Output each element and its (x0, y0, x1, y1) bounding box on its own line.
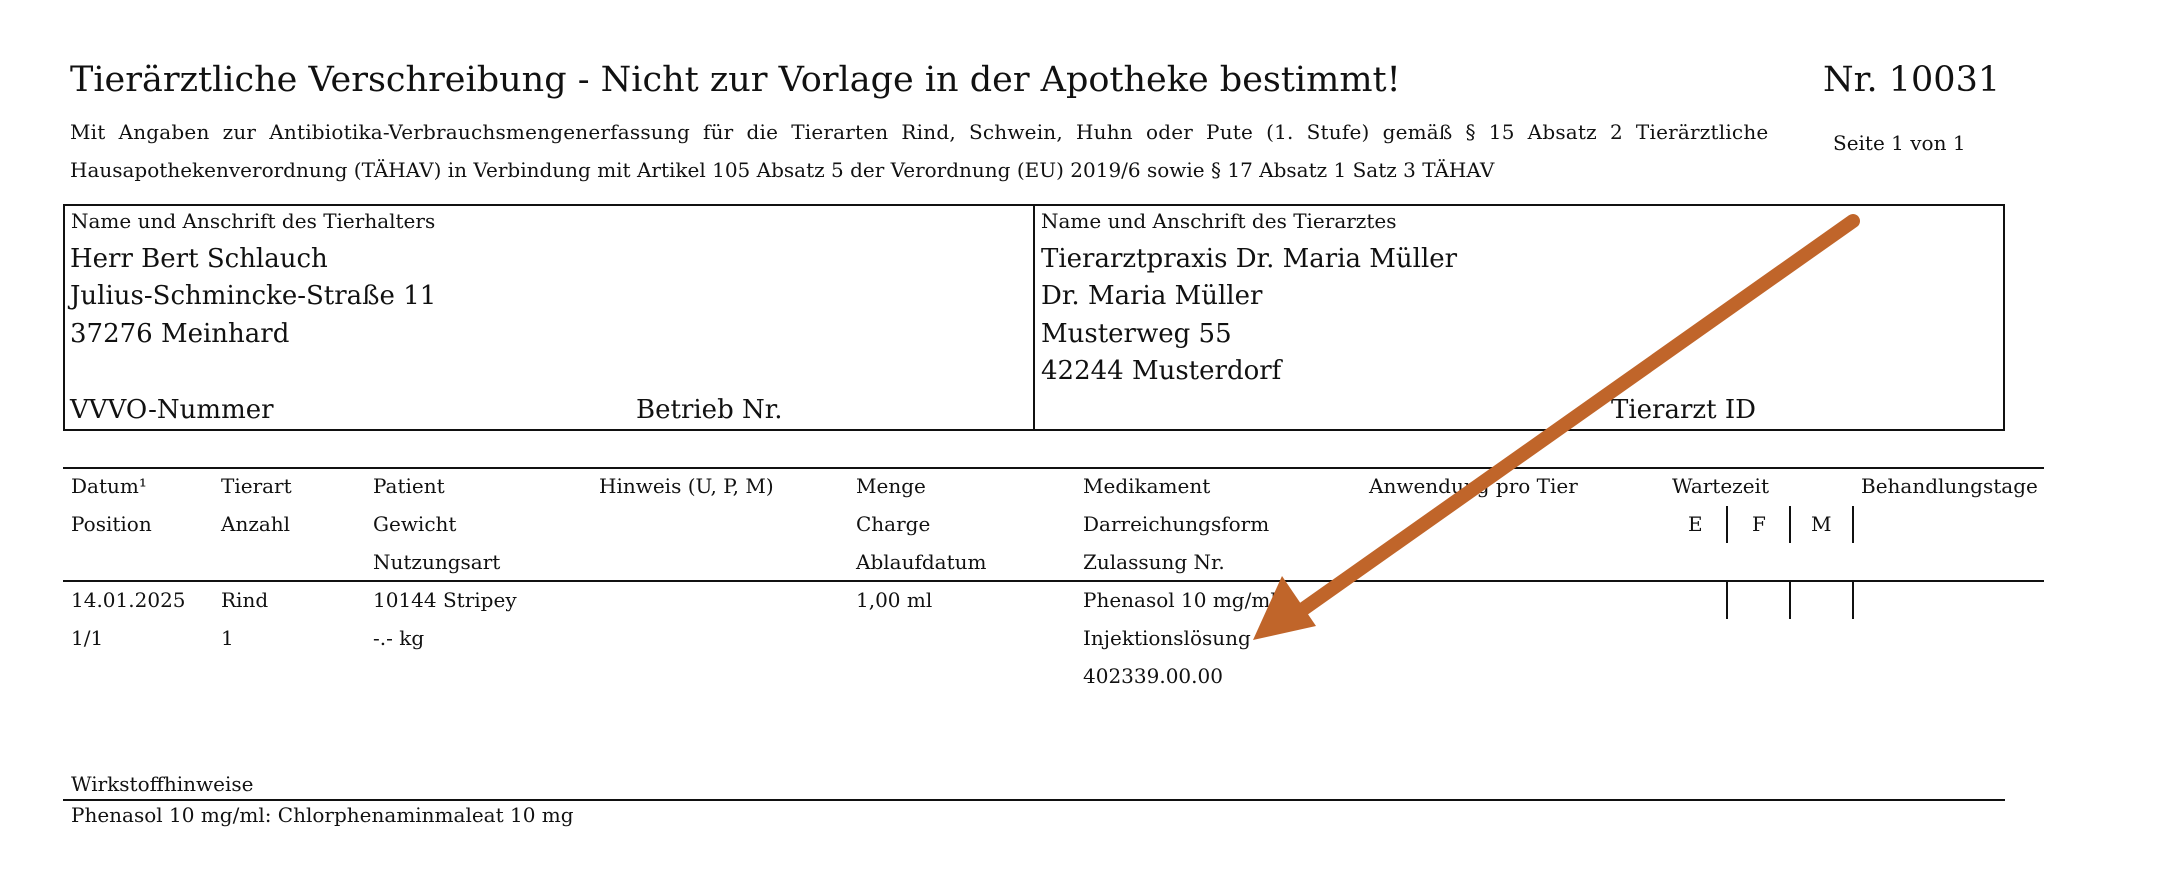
address-divider (1033, 204, 1035, 431)
col-patient-header: Patient (373, 474, 445, 498)
col-anwendung-header: Anwendung pro Tier (1369, 474, 1578, 498)
col-position-header: Position (71, 512, 152, 536)
cell-position: 1/1 (71, 626, 104, 650)
cell-menge: 1,00 ml (856, 588, 933, 612)
col-datum-header: Datum¹ (71, 474, 147, 498)
betrieb-label: Betrieb Nr. (636, 395, 783, 425)
wartezeit-divider-f-m (1789, 506, 1791, 543)
wartezeit-divider-m-end (1852, 506, 1854, 543)
cell-tierart: Rind (221, 588, 269, 612)
cell-patient: 10144 Stripey (373, 588, 517, 612)
prescription-page: Tierärztliche Verschreibung - Nicht zur … (0, 0, 2168, 884)
row-divider-f-m (1789, 582, 1791, 619)
vet-city: 42244 Musterdorf (1041, 356, 1282, 386)
row-divider-m-end (1852, 582, 1854, 619)
col-f-header: F (1752, 512, 1766, 536)
page-info: Seite 1 von 1 (1833, 131, 1966, 155)
col-gewicht-header: Gewicht (373, 512, 457, 536)
cell-datum: 14.01.2025 (71, 588, 186, 612)
col-charge-header: Charge (856, 512, 931, 536)
table-top-rule (63, 467, 2044, 469)
col-behandlungstage-header: Behandlungstage (1861, 474, 2038, 498)
owner-street: Julius-Schmincke-Straße 11 (70, 281, 437, 311)
col-darreichungsform-header: Darreichungsform (1083, 512, 1270, 536)
cell-zulassung: 402339.00.00 (1083, 664, 1223, 688)
cell-medikament: Phenasol 10 mg/ml (1083, 588, 1277, 612)
subtitle-line-1: Mit Angaben zur Antibiotika-Verbrauchsme… (70, 120, 1769, 144)
cell-darreichungsform: Injektionslösung (1083, 626, 1251, 650)
col-m-header: M (1811, 512, 1832, 536)
col-hinweis-header: Hinweis (U, P, M) (599, 474, 774, 498)
vet-id-label: Tierarzt ID (1611, 395, 1756, 425)
col-tierart-header: Tierart (221, 474, 292, 498)
col-zulassung-header: Zulassung Nr. (1083, 550, 1225, 574)
wartezeit-divider-e-f (1726, 506, 1728, 543)
wirkstoff-text: Phenasol 10 mg/ml: Chlorphenaminmaleat 1… (71, 803, 574, 827)
owner-name: Herr Bert Schlauch (70, 244, 328, 274)
owner-heading: Name und Anschrift des Tierhalters (71, 209, 436, 233)
cell-gewicht: -.- kg (373, 626, 425, 650)
vet-practice: Tierarztpraxis Dr. Maria Müller (1041, 244, 1458, 274)
document-title: Tierärztliche Verschreibung - Nicht zur … (70, 60, 1401, 100)
cell-anzahl: 1 (221, 626, 234, 650)
vet-heading: Name und Anschrift des Tierarztes (1041, 209, 1397, 233)
col-medikament-header: Medikament (1083, 474, 1211, 498)
col-wartezeit-header: Wartezeit (1672, 474, 1769, 498)
col-ablaufdatum-header: Ablaufdatum (856, 550, 987, 574)
vet-street: Musterweg 55 (1041, 319, 1232, 349)
wirkstoff-heading: Wirkstoffhinweise (71, 772, 254, 796)
table-header-rule (63, 580, 2044, 582)
vet-name: Dr. Maria Müller (1041, 281, 1263, 311)
subtitle-line-2: Hausapothekenverordnung (TÄHAV) in Verbi… (70, 158, 1495, 182)
prescription-number: Nr. 10031 (1823, 60, 2001, 100)
col-e-header: E (1688, 512, 1703, 536)
col-nutzungsart-header: Nutzungsart (373, 550, 501, 574)
col-menge-header: Menge (856, 474, 926, 498)
col-anzahl-header: Anzahl (221, 512, 291, 536)
vvvo-label: VVVO-Nummer (70, 395, 274, 425)
owner-city: 37276 Meinhard (70, 319, 290, 349)
row-divider-e-f (1726, 582, 1728, 619)
